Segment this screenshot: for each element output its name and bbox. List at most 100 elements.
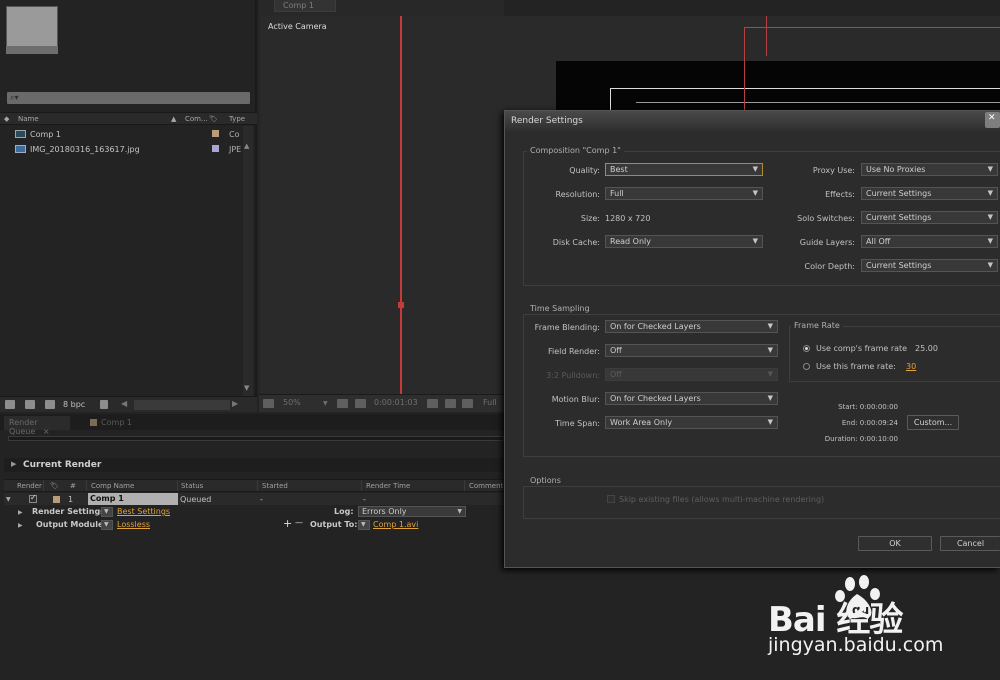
color-channel-icon[interactable] [462, 399, 473, 408]
time-span-select[interactable]: Work Area Only ▼ [605, 416, 778, 429]
use-this-rate-label[interactable]: Use this frame rate: [816, 362, 896, 371]
mask-visibility-icon[interactable] [355, 399, 366, 408]
scroll-right-icon[interactable]: ▶ [232, 399, 238, 408]
render-started: - [260, 495, 263, 504]
quality-select[interactable]: Best ▼ [605, 163, 763, 176]
column-render[interactable]: Render [17, 482, 42, 490]
snapshot-icon[interactable] [427, 399, 438, 408]
use-comp-rate-label[interactable]: Use comp's frame rate [816, 344, 907, 353]
log-select[interactable]: Errors Only ▼ [358, 506, 466, 517]
scroll-up-icon[interactable]: ▲ [244, 142, 249, 150]
custom-button[interactable]: Custom... [907, 415, 959, 430]
resolution-select[interactable]: Full [483, 398, 497, 407]
bit-depth-button[interactable]: 8 bpc [63, 400, 85, 409]
tab-comp-1[interactable]: Comp 1 [274, 0, 336, 12]
proxy-use-select[interactable]: Use No Proxies ▼ [861, 163, 998, 176]
chevron-down-icon: ▼ [987, 189, 993, 197]
motion-blur-select[interactable]: On for Checked Layers ▼ [605, 392, 778, 405]
frame-rate-group-title: Frame Rate [791, 321, 843, 330]
watermark-url: jingyan.baidu.com [768, 634, 944, 656]
expand-triangle-icon[interactable]: ▼ [6, 496, 11, 503]
proxy-use-value: Use No Proxies [866, 165, 926, 174]
render-settings-link[interactable]: Best Settings [117, 507, 170, 516]
scroll-down-icon[interactable]: ▼ [244, 384, 249, 392]
close-icon[interactable] [985, 112, 1000, 128]
always-preview-icon[interactable] [263, 399, 274, 408]
column-status[interactable]: Status [181, 482, 203, 490]
project-search-input[interactable]: ⌕▾ [7, 92, 250, 104]
close-icon[interactable]: × [43, 427, 50, 436]
chevron-down-icon: ▼ [987, 237, 993, 245]
effects-select[interactable]: Current Settings ▼ [861, 187, 998, 200]
frame-rate-input[interactable]: 30 [906, 362, 916, 371]
chevron-down-icon: ▼ [987, 165, 993, 173]
column-comment[interactable]: Com... [185, 115, 208, 123]
column-divider [257, 480, 258, 491]
add-output-module-button[interactable]: + [283, 517, 292, 530]
pulldown-select[interactable]: Off ▼ [605, 368, 778, 381]
label-swatch [90, 419, 97, 426]
remove-output-module-button[interactable]: — [295, 518, 303, 527]
label-swatch[interactable] [53, 496, 60, 503]
render-settings-dropdown[interactable] [101, 507, 113, 517]
output-module-link[interactable]: Lossless [117, 520, 150, 529]
project-scrollbar[interactable]: ▲ ▼ [243, 126, 253, 396]
ok-button[interactable]: OK [858, 536, 932, 551]
tab-render-queue[interactable]: Render Queue × [4, 416, 70, 436]
horizontal-scrollbar[interactable] [134, 400, 230, 410]
frame-blending-label: Frame Blending: [534, 323, 600, 332]
expand-triangle-icon[interactable]: ▶ [18, 509, 23, 516]
render-queue-row[interactable] [4, 493, 504, 505]
search-icon: ⌕▾ [10, 93, 19, 102]
project-item-image[interactable]: IMG_20180316_163617.jpg JPE [0, 142, 243, 156]
trash-icon[interactable] [100, 400, 108, 409]
grid-icon[interactable] [337, 399, 348, 408]
disk-cache-label: Disk Cache: [552, 238, 600, 247]
guide-layers-select[interactable]: All Off ▼ [861, 235, 998, 248]
disk-cache-select[interactable]: Read Only ▼ [605, 235, 763, 248]
column-name[interactable]: Name [18, 115, 39, 123]
quality-value: Best [610, 165, 628, 174]
active-camera-label: Active Camera [268, 22, 327, 31]
skip-existing-checkbox[interactable] [607, 495, 615, 503]
disclosure-triangle-icon[interactable]: ▶ [11, 460, 16, 468]
color-depth-select[interactable]: Current Settings ▼ [861, 259, 998, 272]
column-render-time[interactable]: Render Time [366, 482, 410, 490]
use-comp-rate-radio[interactable] [803, 345, 810, 352]
project-item-comp[interactable]: Comp 1 Co [0, 127, 243, 141]
cancel-button[interactable]: Cancel [940, 536, 1000, 551]
expand-triangle-icon[interactable]: ▶ [18, 522, 23, 529]
label-tag-icon: 🏷 [209, 115, 218, 123]
output-module-dropdown[interactable] [101, 520, 113, 530]
column-number[interactable]: # [70, 482, 76, 490]
frame-blending-select[interactable]: On for Checked Layers ▼ [605, 320, 778, 333]
output-to-dropdown[interactable] [358, 520, 370, 530]
render-settings-label: Render Settings: [32, 507, 109, 516]
field-render-select[interactable]: Off ▼ [605, 344, 778, 357]
label-swatch[interactable] [212, 145, 219, 152]
log-label: Log: [334, 507, 354, 516]
new-folder-icon[interactable] [25, 400, 35, 409]
tab-comp-1[interactable]: Comp 1 [85, 416, 143, 430]
label-swatch[interactable] [212, 130, 219, 137]
solo-switches-select[interactable]: Current Settings ▼ [861, 211, 998, 224]
current-time[interactable]: 0:00:01:03 [374, 398, 418, 407]
use-this-rate-radio[interactable] [803, 363, 810, 370]
layer-handle[interactable] [398, 302, 404, 308]
column-started[interactable]: Started [262, 482, 288, 490]
resolution-select[interactable]: Full ▼ [605, 187, 763, 200]
column-comp-name[interactable]: Comp Name [91, 482, 134, 490]
column-comment[interactable]: Comment [469, 482, 503, 490]
scroll-left-icon[interactable]: ◀ [121, 399, 127, 408]
show-channel-icon[interactable] [445, 399, 456, 408]
disk-cache-value: Read Only [610, 237, 651, 246]
zoom-select[interactable]: 50% [283, 398, 301, 407]
color-depth-value: Current Settings [866, 261, 932, 270]
new-composition-icon[interactable] [45, 400, 55, 409]
output-to-link[interactable]: Comp 1.avi [373, 520, 418, 529]
chevron-down-icon: ▼ [987, 261, 993, 269]
column-type[interactable]: Type [229, 115, 245, 123]
render-comp-name[interactable]: Comp 1 [88, 493, 178, 505]
interpret-footage-icon[interactable] [5, 400, 15, 409]
solo-switches-label: Solo Switches: [797, 214, 855, 223]
